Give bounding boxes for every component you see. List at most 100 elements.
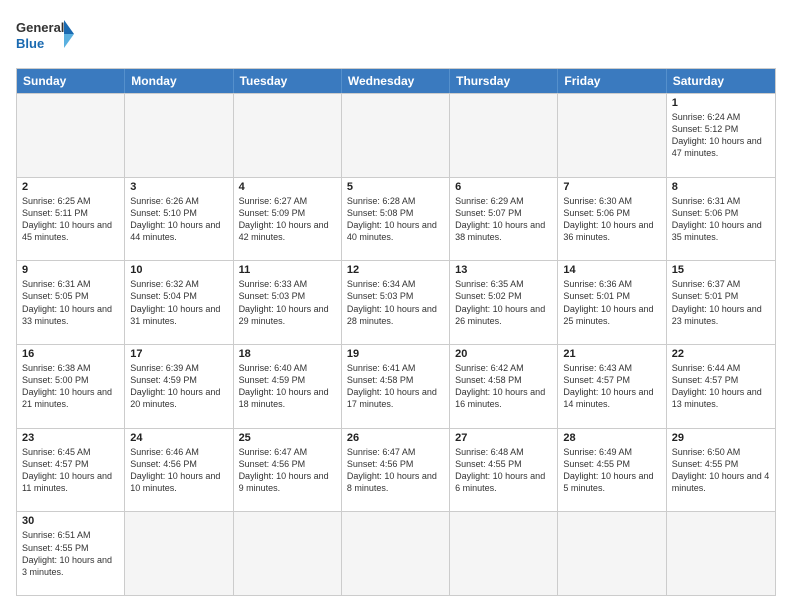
svg-text:General: General — [16, 20, 64, 35]
day-info: Sunrise: 6:28 AM Sunset: 5:08 PM Dayligh… — [347, 195, 444, 244]
calendar-row: 16 Sunrise: 6:38 AM Sunset: 5:00 PM Dayli… — [17, 344, 775, 428]
calendar-cell: 24 Sunrise: 6:46 AM Sunset: 4:56 PM Dayli… — [125, 429, 233, 512]
day-number: 23 — [22, 432, 119, 444]
day-info: Sunrise: 6:43 AM Sunset: 4:57 PM Dayligh… — [563, 362, 660, 411]
day-info: Sunrise: 6:35 AM Sunset: 5:02 PM Dayligh… — [455, 278, 552, 327]
day-number: 8 — [672, 181, 770, 193]
calendar-cell: 8 Sunrise: 6:31 AM Sunset: 5:06 PM Daylig… — [667, 178, 775, 261]
calendar-cell: 29Sunrise: 6:50 AM Sunset: 4:55 PM Dayli… — [667, 429, 775, 512]
day-number: 21 — [563, 348, 660, 360]
calendar-cell — [342, 94, 450, 177]
calendar-row: 2 Sunrise: 6:25 AM Sunset: 5:11 PM Daylig… — [17, 177, 775, 261]
calendar-cell: 23 Sunrise: 6:45 AM Sunset: 4:57 PM Dayli… — [17, 429, 125, 512]
calendar-cell: 3Sunrise: 6:26 AM Sunset: 5:10 PM Daylig… — [125, 178, 233, 261]
day-info: Sunrise: 6:31 AM Sunset: 5:05 PM Dayligh… — [22, 278, 119, 327]
logo-svg: General Blue — [16, 16, 76, 58]
calendar-cell: 2 Sunrise: 6:25 AM Sunset: 5:11 PM Daylig… — [17, 178, 125, 261]
day-info: Sunrise: 6:31 AM Sunset: 5:06 PM Dayligh… — [672, 195, 770, 244]
day-info: Sunrise: 6:25 AM Sunset: 5:11 PM Dayligh… — [22, 195, 119, 244]
day-number: 19 — [347, 348, 444, 360]
day-number: 30 — [22, 515, 119, 527]
calendar-cell: 25Sunrise: 6:47 AM Sunset: 4:56 PM Dayli… — [234, 429, 342, 512]
calendar-cell: 6Sunrise: 6:29 AM Sunset: 5:07 PM Daylig… — [450, 178, 558, 261]
calendar-cell: 19 Sunrise: 6:41 AM Sunset: 4:58 PM Dayli… — [342, 345, 450, 428]
day-number: 17 — [130, 348, 227, 360]
day-number: 6 — [455, 181, 552, 193]
day-info: Sunrise: 6:36 AM Sunset: 5:01 PM Dayligh… — [563, 278, 660, 327]
day-info: Sunrise: 6:32 AM Sunset: 5:04 PM Dayligh… — [130, 278, 227, 327]
day-number: 22 — [672, 348, 770, 360]
day-info: Sunrise: 6:49 AM Sunset: 4:55 PM Dayligh… — [563, 446, 660, 495]
calendar-cell — [667, 512, 775, 595]
calendar-cell — [450, 512, 558, 595]
day-info: Sunrise: 6:51 AM Sunset: 4:55 PM Dayligh… — [22, 529, 119, 578]
day-info: Sunrise: 6:42 AM Sunset: 4:58 PM Dayligh… — [455, 362, 552, 411]
weekday-header: Sunday — [17, 69, 125, 93]
day-number: 14 — [563, 264, 660, 276]
day-info: Sunrise: 6:37 AM Sunset: 5:01 PM Dayligh… — [672, 278, 770, 327]
calendar-cell: 10 Sunrise: 6:32 AM Sunset: 5:04 PM Dayli… — [125, 261, 233, 344]
logo: General Blue — [16, 16, 76, 58]
day-number: 1 — [672, 97, 770, 109]
day-number: 20 — [455, 348, 552, 360]
day-info: Sunrise: 6:44 AM Sunset: 4:57 PM Dayligh… — [672, 362, 770, 411]
day-number: 29 — [672, 432, 770, 444]
day-number: 9 — [22, 264, 119, 276]
calendar-cell: 15Sunrise: 6:37 AM Sunset: 5:01 PM Dayli… — [667, 261, 775, 344]
day-number: 5 — [347, 181, 444, 193]
calendar-cell: 11 Sunrise: 6:33 AM Sunset: 5:03 PM Dayli… — [234, 261, 342, 344]
calendar-cell — [234, 512, 342, 595]
calendar-cell — [234, 94, 342, 177]
calendar-cell: 12Sunrise: 6:34 AM Sunset: 5:03 PM Dayli… — [342, 261, 450, 344]
calendar-cell — [17, 94, 125, 177]
day-number: 28 — [563, 432, 660, 444]
calendar-cell: 26 Sunrise: 6:47 AM Sunset: 4:56 PM Dayli… — [342, 429, 450, 512]
day-info: Sunrise: 6:41 AM Sunset: 4:58 PM Dayligh… — [347, 362, 444, 411]
weekday-header: Friday — [558, 69, 666, 93]
weekday-header: Tuesday — [234, 69, 342, 93]
day-info: Sunrise: 6:46 AM Sunset: 4:56 PM Dayligh… — [130, 446, 227, 495]
day-info: Sunrise: 6:30 AM Sunset: 5:06 PM Dayligh… — [563, 195, 660, 244]
day-number: 2 — [22, 181, 119, 193]
weekday-header: Saturday — [667, 69, 775, 93]
calendar-cell — [450, 94, 558, 177]
calendar: SundayMondayTuesdayWednesdayThursdayFrid… — [16, 68, 776, 596]
day-info: Sunrise: 6:33 AM Sunset: 5:03 PM Dayligh… — [239, 278, 336, 327]
day-info: Sunrise: 6:24 AM Sunset: 5:12 PM Dayligh… — [672, 111, 770, 160]
day-number: 24 — [130, 432, 227, 444]
day-number: 13 — [455, 264, 552, 276]
day-number: 11 — [239, 264, 336, 276]
calendar-row: 30 Sunrise: 6:51 AM Sunset: 4:55 PM Dayli… — [17, 511, 775, 595]
calendar-row: 9 Sunrise: 6:31 AM Sunset: 5:05 PM Daylig… — [17, 260, 775, 344]
calendar-cell: 30 Sunrise: 6:51 AM Sunset: 4:55 PM Dayli… — [17, 512, 125, 595]
weekday-header: Monday — [125, 69, 233, 93]
calendar-cell: 1 Sunrise: 6:24 AM Sunset: 5:12 PM Daylig… — [667, 94, 775, 177]
calendar-cell: 7Sunrise: 6:30 AM Sunset: 5:06 PM Daylig… — [558, 178, 666, 261]
calendar-body: 1 Sunrise: 6:24 AM Sunset: 5:12 PM Daylig… — [17, 93, 775, 595]
day-info: Sunrise: 6:38 AM Sunset: 5:00 PM Dayligh… — [22, 362, 119, 411]
day-number: 10 — [130, 264, 227, 276]
calendar-cell: 21 Sunrise: 6:43 AM Sunset: 4:57 PM Dayli… — [558, 345, 666, 428]
calendar-header: SundayMondayTuesdayWednesdayThursdayFrid… — [17, 69, 775, 93]
day-info: Sunrise: 6:45 AM Sunset: 4:57 PM Dayligh… — [22, 446, 119, 495]
weekday-header: Wednesday — [342, 69, 450, 93]
calendar-cell: 4Sunrise: 6:27 AM Sunset: 5:09 PM Daylig… — [234, 178, 342, 261]
day-number: 26 — [347, 432, 444, 444]
calendar-row: 1 Sunrise: 6:24 AM Sunset: 5:12 PM Daylig… — [17, 93, 775, 177]
calendar-cell: 22 Sunrise: 6:44 AM Sunset: 4:57 PM Dayli… — [667, 345, 775, 428]
calendar-cell — [342, 512, 450, 595]
day-number: 16 — [22, 348, 119, 360]
calendar-cell: 14 Sunrise: 6:36 AM Sunset: 5:01 PM Dayli… — [558, 261, 666, 344]
calendar-cell: 27Sunrise: 6:48 AM Sunset: 4:55 PM Dayli… — [450, 429, 558, 512]
day-number: 4 — [239, 181, 336, 193]
calendar-cell — [125, 94, 233, 177]
calendar-cell: 16 Sunrise: 6:38 AM Sunset: 5:00 PM Dayli… — [17, 345, 125, 428]
calendar-cell — [558, 94, 666, 177]
calendar-cell: 28 Sunrise: 6:49 AM Sunset: 4:55 PM Dayli… — [558, 429, 666, 512]
calendar-cell: 17Sunrise: 6:39 AM Sunset: 4:59 PM Dayli… — [125, 345, 233, 428]
svg-text:Blue: Blue — [16, 36, 44, 51]
weekday-header: Thursday — [450, 69, 558, 93]
day-info: Sunrise: 6:40 AM Sunset: 4:59 PM Dayligh… — [239, 362, 336, 411]
day-number: 25 — [239, 432, 336, 444]
day-info: Sunrise: 6:47 AM Sunset: 4:56 PM Dayligh… — [347, 446, 444, 495]
